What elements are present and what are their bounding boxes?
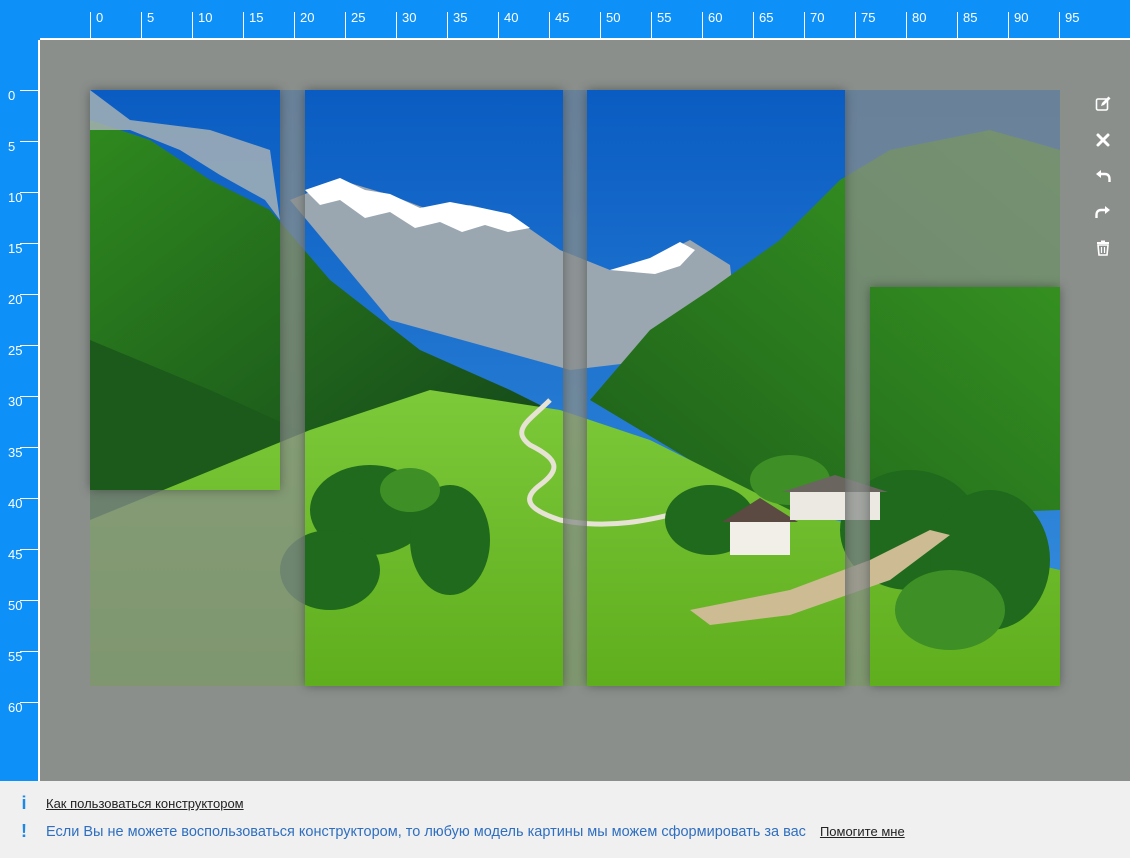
redo-button[interactable]	[1088, 194, 1118, 230]
close-button[interactable]	[1088, 122, 1118, 158]
ruler-left-tick: 0	[0, 88, 40, 103]
info-icon: i	[21, 793, 27, 813]
ruler-left-tick: 60	[0, 700, 40, 715]
exclamation-icon: !	[21, 821, 27, 841]
ruler-top-tick: 10	[192, 10, 212, 40]
ruler-top-tick: 5	[141, 10, 154, 40]
trash-icon	[1097, 240, 1109, 256]
ruler-top-tick: 0	[90, 10, 103, 40]
ruler-top-tick: 45	[549, 10, 569, 40]
how-to-use-link[interactable]: Как пользоваться конструктором	[46, 796, 244, 811]
undo-button[interactable]	[1088, 158, 1118, 194]
ruler-top-tick: 85	[957, 10, 977, 40]
support-message: Если Вы не можете воспользоваться констр…	[46, 823, 806, 840]
ruler-left-tick: 40	[0, 496, 40, 511]
ruler-top-tick: 30	[396, 10, 416, 40]
ruler-left-tick: 25	[0, 343, 40, 358]
ruler-top-tick: 25	[345, 10, 365, 40]
ruler-top-tick: 40	[498, 10, 518, 40]
ruler-top-tick: 15	[243, 10, 263, 40]
ruler-left-tick: 45	[0, 547, 40, 562]
ruler-top-tick: 60	[702, 10, 722, 40]
ruler-top-tick: 75	[855, 10, 875, 40]
delete-button[interactable]	[1088, 230, 1118, 266]
ruler-top-tick: 50	[600, 10, 620, 40]
ruler-top-tick: 35	[447, 10, 467, 40]
footer: i Как пользоваться конструктором ! Если …	[0, 781, 1130, 858]
ruler-top-tick: 70	[804, 10, 824, 40]
ruler-top-tick: 55	[651, 10, 671, 40]
edit-button[interactable]	[1088, 86, 1118, 122]
ruler-top-tick: 95	[1059, 10, 1079, 40]
ruler-top-tick: 90	[1008, 10, 1028, 40]
close-icon	[1096, 133, 1110, 147]
ruler-left: 0 5 10 15 20 25 30 35 40 45 50 55 60	[0, 40, 40, 781]
message-row: ! Если Вы не можете воспользоваться конс…	[0, 821, 905, 842]
help-me-link[interactable]: Помогите мне	[820, 824, 905, 839]
redo-icon	[1095, 206, 1110, 218]
panel-2[interactable]	[305, 90, 563, 686]
image-area	[90, 90, 1060, 686]
panel-image	[305, 90, 563, 686]
ruler-left-tick: 35	[0, 445, 40, 460]
panel-image	[870, 287, 1060, 686]
ruler-left-tick: 30	[0, 394, 40, 409]
help-row: i Как пользоваться конструктором	[0, 793, 244, 814]
ruler-left-tick: 5	[0, 139, 40, 154]
toolbar	[1088, 86, 1118, 266]
ruler-top-tick: 20	[294, 10, 314, 40]
ruler-top-tick: 65	[753, 10, 773, 40]
panel-image	[587, 90, 845, 686]
ruler-left-tick: 20	[0, 292, 40, 307]
panel-1[interactable]	[90, 90, 280, 490]
ruler-top: 0 5 10 15 20 25 30 35 40 45 50 55 60 65 …	[0, 0, 1130, 40]
ruler-top-tick: 80	[906, 10, 926, 40]
panel-3[interactable]	[587, 90, 845, 686]
ruler-left-tick: 15	[0, 241, 40, 256]
panel-image	[90, 90, 280, 490]
ruler-left-tick: 55	[0, 649, 40, 664]
undo-icon	[1096, 170, 1111, 182]
ruler-left-tick: 10	[0, 190, 40, 205]
panel-4[interactable]	[870, 287, 1060, 686]
ruler-left-tick: 50	[0, 598, 40, 613]
canvas-workspace[interactable]	[40, 40, 1130, 781]
edit-icon	[1095, 96, 1111, 111]
